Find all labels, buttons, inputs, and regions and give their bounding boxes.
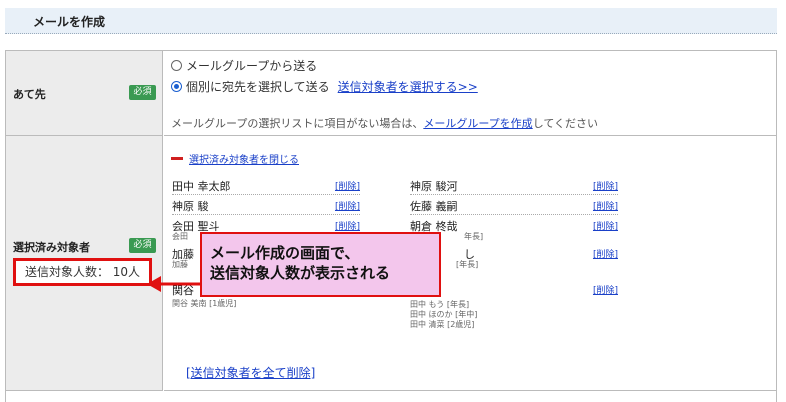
list-item: し [削除] — [464, 244, 618, 263]
person-name: 神原 駿 — [172, 200, 209, 213]
person-sub: 田中 清菜 [2歳児] — [410, 320, 475, 329]
group-note: メールグループの選択リストに項目がない場合は、メールグループを作成してください — [171, 115, 598, 131]
radio-selected-icon[interactable] — [171, 81, 182, 92]
person-sub: 加藤 — [172, 260, 188, 269]
person-name: 神原 駿河 — [410, 180, 458, 193]
delete-link[interactable]: [削除] — [593, 179, 618, 192]
select-recipients-link[interactable]: 送信対象者を選択する>> — [338, 78, 478, 95]
list-item: 田中 幸太郎 [削除] — [172, 176, 360, 195]
note-suffix: してください — [532, 117, 599, 130]
person-sub: [年長] — [456, 260, 479, 269]
note-prefix: メールグループの選択リストに項目がない場合は、 — [171, 117, 424, 130]
delete-link[interactable]: [削除] — [593, 219, 618, 232]
delete-link[interactable]: [削除] — [335, 199, 360, 212]
page-title: メールを作成 — [33, 15, 106, 29]
person-name: 田中 幸太郎 — [172, 180, 231, 193]
recipient-label: あて先 — [13, 88, 46, 101]
close-selected-link[interactable]: 選択済み対象者を閉じる — [189, 151, 299, 166]
radio-icon[interactable] — [171, 60, 182, 71]
create-group-link[interactable]: メールグループを作成 — [423, 117, 532, 130]
list-item: [削除] — [564, 280, 618, 299]
page-header: メールを作成 — [5, 8, 777, 34]
recipient-count: 送信対象人数： 10人 — [13, 258, 152, 286]
mail-form: あて先 必須 メールグループから送る 個別に宛先を選択して送る 送信対象者を選択… — [5, 50, 777, 402]
radio-group-option[interactable]: メールグループから送る — [171, 57, 317, 74]
required-badge: 必須 — [129, 85, 156, 100]
delete-link[interactable]: [削除] — [335, 179, 360, 192]
selected-label-cell: 選択済み対象者 必須 送信対象人数： 10人 — [6, 136, 163, 391]
arrow-icon — [147, 276, 201, 292]
list-item: 神原 駿 [削除] — [172, 196, 360, 215]
callout-line2: 送信対象人数が表示される — [210, 264, 391, 282]
delete-link[interactable]: [削除] — [593, 247, 618, 260]
list-item: 神原 駿河 [削除] — [410, 176, 618, 195]
radio-group-label: メールグループから送る — [186, 59, 318, 73]
list-item: 朝倉 柊哉 [削除] — [410, 216, 618, 235]
radio-individual-label: 個別に宛先を選択して送る — [186, 80, 330, 94]
callout-line1: メール作成の画面で、 — [210, 244, 360, 262]
delete-link[interactable]: [削除] — [593, 199, 618, 212]
list-item: 佐藤 義嗣 [削除] — [410, 196, 618, 215]
annotation-callout: メール作成の画面で、 送信対象人数が表示される — [200, 232, 441, 297]
recipient-label-cell: あて先 必須 — [6, 51, 163, 136]
recipient-options: メールグループから送る 個別に宛先を選択して送る 送信対象者を選択する>> メー… — [164, 51, 776, 136]
person-name: 佐藤 義嗣 — [410, 200, 458, 213]
required-badge: 必須 — [129, 238, 156, 253]
delete-all-link[interactable]: [送信対象者を全て削除] — [186, 364, 315, 381]
radio-individual-option[interactable]: 個別に宛先を選択して送る 送信対象者を選択する>> — [171, 78, 478, 95]
person-sub: 年長] — [464, 232, 484, 241]
minus-icon — [171, 157, 183, 160]
delete-link[interactable]: [削除] — [593, 283, 618, 296]
person-sub: 田中 もう [年長] — [410, 300, 470, 309]
person-sub: 会田 — [172, 232, 188, 241]
person-sub: 田中 ほのか [年中] — [410, 310, 478, 319]
selected-label: 選択済み対象者 — [13, 241, 90, 254]
toggle-selected[interactable]: 選択済み対象者を閉じる — [171, 151, 299, 166]
delete-link[interactable]: [削除] — [335, 219, 360, 232]
